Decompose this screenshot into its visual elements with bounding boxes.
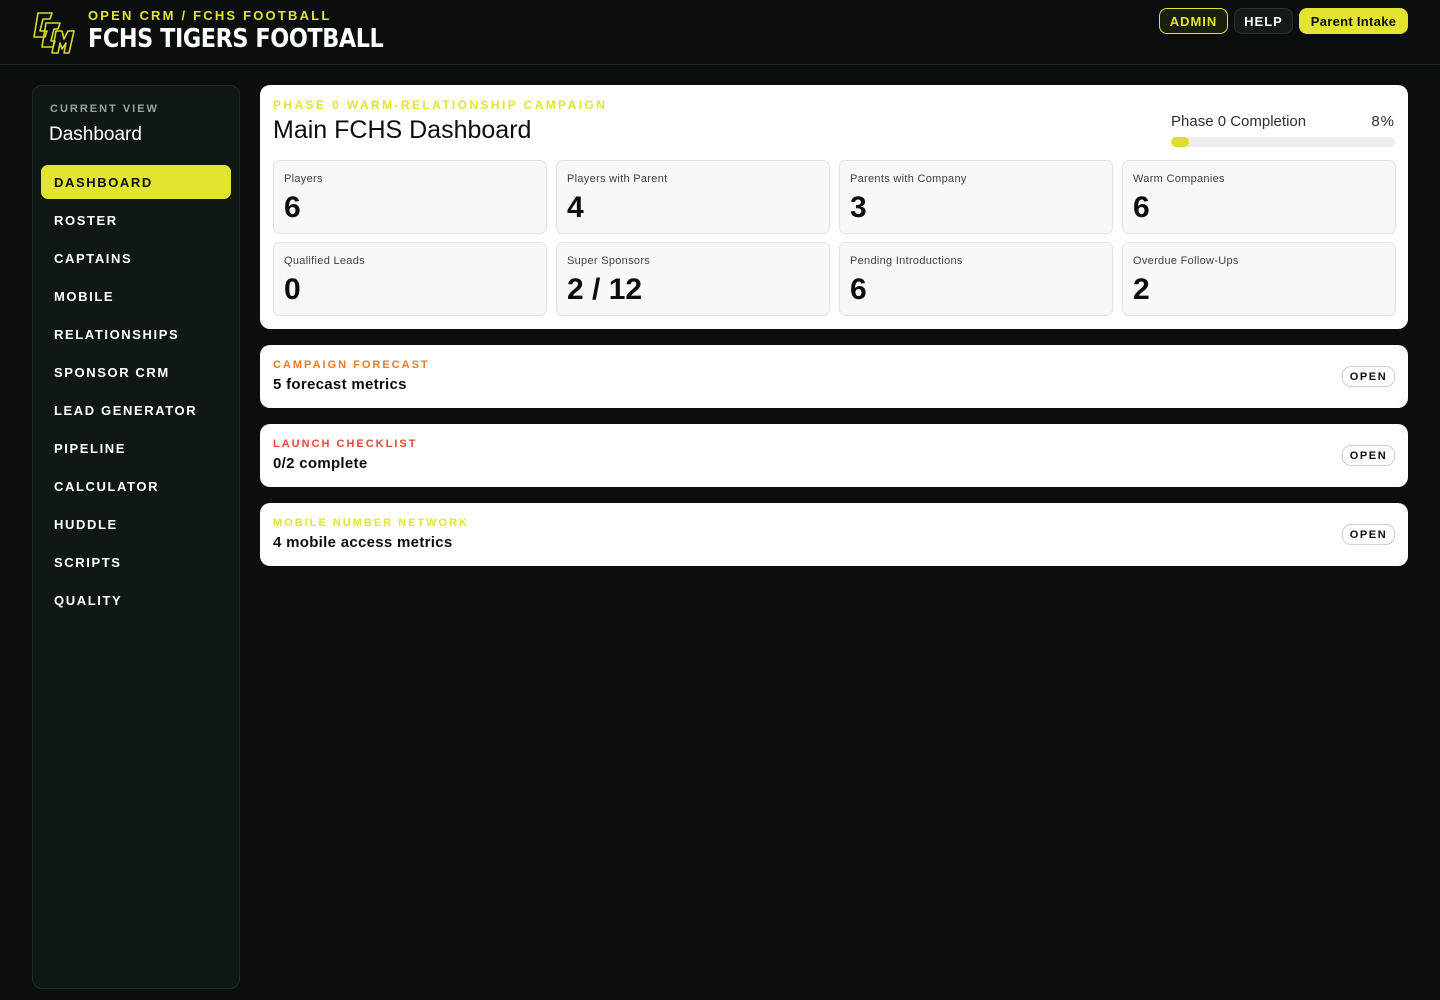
- sidebar-item-mobile[interactable]: MOBILE: [41, 279, 231, 313]
- stat-card-super-sponsors[interactable]: Super Sponsors 2 / 12: [556, 242, 830, 316]
- progress-label: Phase 0 Completion: [1171, 113, 1307, 130]
- sidebar-item-calculator[interactable]: CALCULATOR: [41, 469, 231, 503]
- stat-card-parents-with-company[interactable]: Parents with Company 3: [839, 160, 1113, 234]
- stat-label: Players: [284, 173, 323, 185]
- page-title: Main FCHS Dashboard: [273, 116, 532, 144]
- admin-button[interactable]: ADMIN: [1159, 8, 1228, 34]
- card-kicker: CAMPAIGN FORECAST: [273, 359, 430, 371]
- sidebar-item-huddle[interactable]: HUDDLE: [41, 507, 231, 541]
- card-summary: 0/2 complete: [273, 455, 368, 472]
- stat-value: 0: [284, 273, 301, 306]
- mobile-number-network-card: MOBILE NUMBER NETWORK 4 mobile access me…: [260, 503, 1408, 566]
- stat-label: Warm Companies: [1133, 173, 1225, 185]
- stat-value: 2 / 12: [567, 273, 643, 306]
- current-view-label: CURRENT VIEW: [50, 103, 159, 115]
- progress-bar: [1171, 137, 1395, 147]
- card-kicker: MOBILE NUMBER NETWORK: [273, 517, 469, 529]
- header-actions: ADMIN HELP Parent Intake: [1159, 8, 1408, 34]
- stat-label: Players with Parent: [567, 173, 668, 185]
- sidebar-nav: DASHBOARD ROSTER CAPTAINS MOBILE RELATIO…: [41, 165, 231, 621]
- open-campaign-forecast-button[interactable]: OPEN: [1342, 366, 1395, 387]
- stat-card-qualified-leads[interactable]: Qualified Leads 0: [273, 242, 547, 316]
- sidebar-item-dashboard[interactable]: DASHBOARD: [41, 165, 231, 199]
- launch-checklist-card: LAUNCH CHECKLIST 0/2 complete OPEN: [260, 424, 1408, 487]
- stat-card-warm-companies[interactable]: Warm Companies 6: [1122, 160, 1396, 234]
- card-summary: 5 forecast metrics: [273, 376, 407, 393]
- current-view-value: Dashboard: [49, 124, 142, 145]
- stat-value: 4: [567, 191, 584, 224]
- stats-grid: Players 6 Players with Parent 4 Parents …: [273, 160, 1396, 316]
- stat-label: Super Sponsors: [567, 255, 651, 267]
- sidebar-item-sponsor-crm[interactable]: SPONSOR CRM: [41, 355, 231, 389]
- campaign-forecast-card: CAMPAIGN FORECAST 5 forecast metrics OPE…: [260, 345, 1408, 408]
- top-header: OPEN CRM / FCHS FOOTBALL FCHS TIGERS FOO…: [0, 0, 1440, 65]
- sidebar-item-relationships[interactable]: RELATIONSHIPS: [41, 317, 231, 351]
- campaign-kicker: PHASE 0 WARM-RELATIONSHIP CAMPAIGN: [273, 98, 608, 112]
- sidebar-item-lead-generator[interactable]: LEAD GENERATOR: [41, 393, 231, 427]
- progress-percent: 8%: [1371, 113, 1395, 130]
- stat-card-players[interactable]: Players 6: [273, 160, 547, 234]
- open-launch-checklist-button[interactable]: OPEN: [1342, 445, 1395, 466]
- stat-label: Overdue Follow-Ups: [1133, 255, 1239, 267]
- sidebar-item-pipeline[interactable]: PIPELINE: [41, 431, 231, 465]
- parent-intake-button[interactable]: Parent Intake: [1299, 8, 1408, 34]
- sidebar-item-roster[interactable]: ROSTER: [41, 203, 231, 237]
- stat-value: 6: [1133, 191, 1150, 224]
- stat-value: 3: [850, 191, 867, 224]
- stat-label: Pending Introductions: [850, 255, 963, 267]
- help-button[interactable]: HELP: [1234, 8, 1293, 34]
- sidebar-item-scripts[interactable]: SCRIPTS: [41, 545, 231, 579]
- progress-bar-fill: [1171, 137, 1189, 147]
- brand-title: FCHS TIGERS FOOTBALL: [88, 24, 384, 54]
- ocm-monogram-logo[interactable]: [32, 9, 76, 55]
- sidebar: CURRENT VIEW Dashboard DASHBOARD ROSTER …: [32, 85, 240, 989]
- brand-subtitle: OPEN CRM / FCHS FOOTBALL: [88, 8, 332, 23]
- stat-value: 2: [1133, 273, 1150, 306]
- card-kicker: LAUNCH CHECKLIST: [273, 438, 418, 450]
- stat-card-pending-introductions[interactable]: Pending Introductions 6: [839, 242, 1113, 316]
- dashboard-panel: PHASE 0 WARM-RELATIONSHIP CAMPAIGN Main …: [260, 85, 1408, 329]
- stat-card-overdue-follow-ups[interactable]: Overdue Follow-Ups 2: [1122, 242, 1396, 316]
- stat-label: Qualified Leads: [284, 255, 365, 267]
- open-mobile-number-network-button[interactable]: OPEN: [1342, 524, 1395, 545]
- stat-label: Parents with Company: [850, 173, 967, 185]
- stat-value: 6: [284, 191, 301, 224]
- sidebar-item-captains[interactable]: CAPTAINS: [41, 241, 231, 275]
- stat-card-players-with-parent[interactable]: Players with Parent 4: [556, 160, 830, 234]
- card-summary: 4 mobile access metrics: [273, 534, 453, 551]
- stat-value: 6: [850, 273, 867, 306]
- sidebar-item-quality[interactable]: QUALITY: [41, 583, 231, 617]
